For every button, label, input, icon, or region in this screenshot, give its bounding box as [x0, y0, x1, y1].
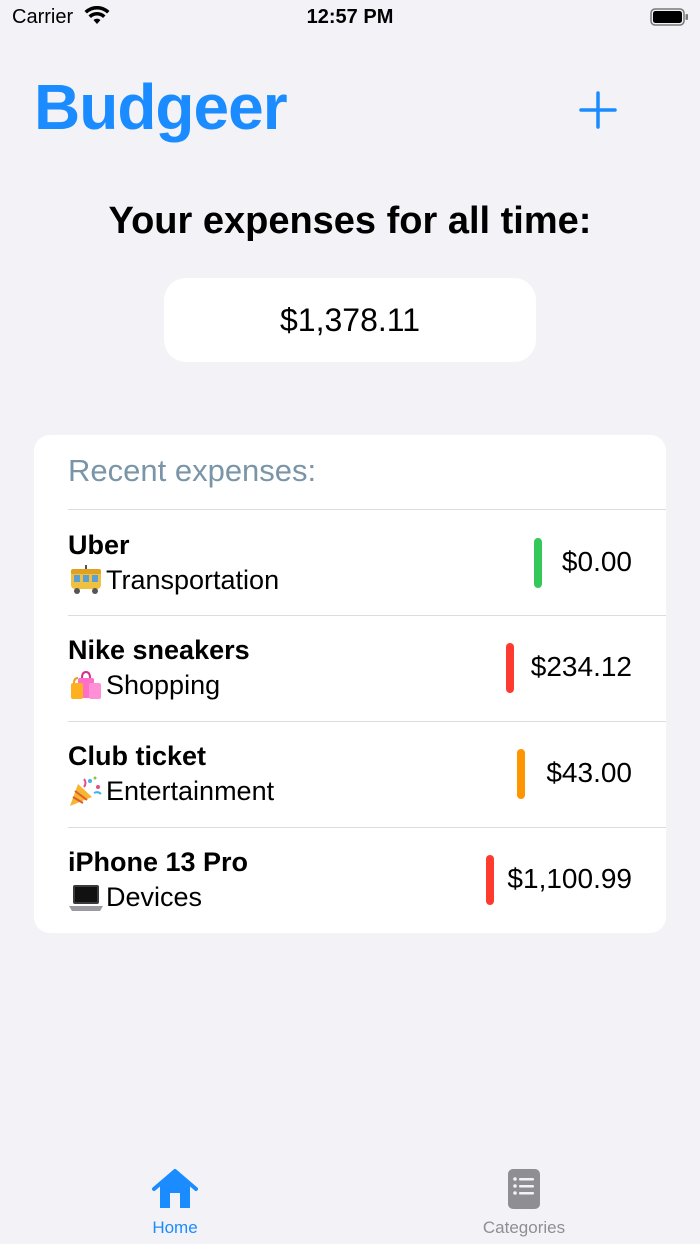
expense-name: Nike sneakers [68, 635, 250, 665]
expense-category-label: Transportation [106, 564, 280, 595]
expense-category-label: Devices [106, 881, 203, 912]
expense-indicator [506, 643, 514, 693]
expense-row[interactable]: Club ticket Entertainment $43.00 [34, 721, 666, 827]
expense-amount: $234.12 [530, 651, 632, 682]
tab-categories[interactable]: Categories [464, 1168, 584, 1238]
expense-amount: $0.00 [561, 546, 632, 577]
status-time: 12:57 PM [306, 6, 394, 28]
expense-category: Transportation [68, 564, 279, 596]
expense-row[interactable]: Nike sneakers Shopping $234.12 [34, 615, 666, 721]
tab-home-label: Home [152, 1218, 198, 1237]
recent-expenses-title: Recent expenses: [68, 453, 317, 488]
party-popper-icon [70, 776, 102, 806]
add-expense-button[interactable] [576, 88, 620, 132]
battery-icon [650, 8, 690, 26]
divider [68, 615, 666, 616]
expense-category: Shopping [68, 669, 220, 701]
total-amount: $1,378.11 [164, 278, 536, 362]
expense-name: Club ticket [68, 741, 207, 771]
expense-category: Devices [68, 881, 202, 913]
tab-categories-label: Categories [482, 1218, 566, 1237]
divider [68, 721, 666, 722]
expense-name: iPhone 13 Pro [68, 847, 249, 877]
app-title: Budgeer [34, 71, 288, 143]
expense-category-label: Entertainment [106, 775, 275, 806]
divider [68, 827, 666, 828]
expense-category: Entertainment [68, 775, 274, 807]
tab-home[interactable]: Home [115, 1168, 235, 1238]
expense-name: Uber [68, 530, 130, 560]
expense-indicator [486, 855, 494, 905]
expense-indicator [534, 538, 542, 588]
expense-amount: $43.00 [546, 757, 632, 788]
list-icon [508, 1169, 540, 1209]
tram-icon [71, 565, 101, 594]
shopping-bags-icon [71, 670, 101, 699]
expense-indicator [517, 749, 525, 799]
house-icon [152, 1169, 198, 1208]
expense-row[interactable]: iPhone 13 Pro Devices $1,100.99 [34, 827, 666, 933]
expense-amount: $1,100.99 [507, 863, 632, 894]
summary-heading: Your expenses for all time: [108, 200, 592, 242]
plus-icon [579, 91, 617, 129]
recent-expenses-card: Recent expenses: Uber Transportation $0.… [34, 435, 666, 933]
expense-row[interactable]: Uber Transportation $0.00 [34, 510, 666, 616]
laptop-icon [69, 885, 103, 911]
status-bar: Carrier 12:57 PM [0, 0, 700, 40]
total-amount-value: $1,378.11 [280, 301, 420, 338]
expense-category-label: Shopping [106, 669, 221, 700]
